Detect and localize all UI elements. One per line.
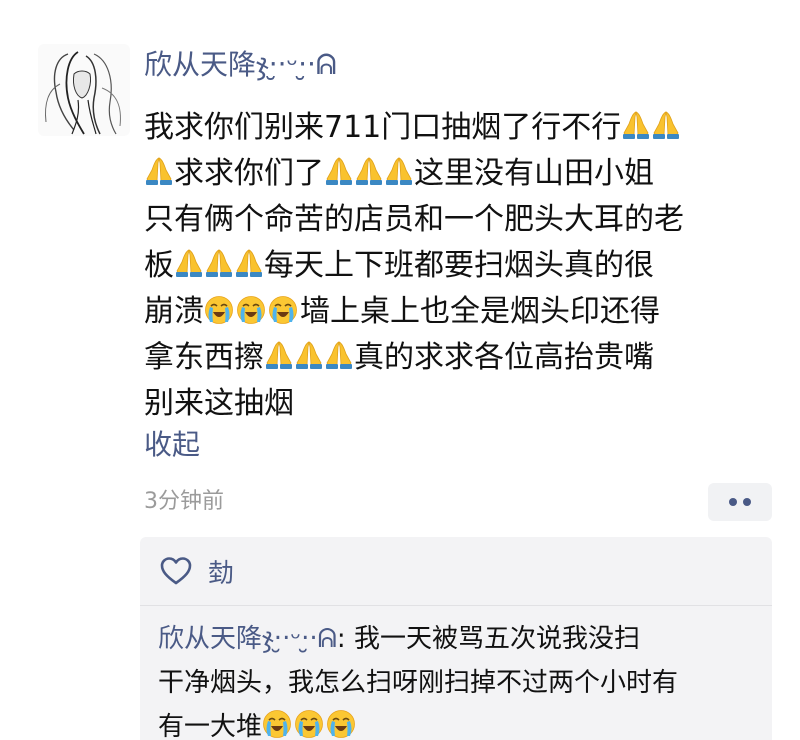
loudly-crying-emoji: [268, 295, 298, 325]
pray-emoji: [264, 339, 294, 371]
comment-line-2: 干净烟头，我怎么扫呀刚扫掉不过两个小时有: [158, 668, 679, 698]
post-text: 我求你们别来711门口抽烟了行不行 求求你们了 这里没有山田小姐 只有俩个命苦的店…: [144, 105, 784, 427]
loudly-crying-emoji: [262, 709, 292, 739]
loudly-crying-emoji: [294, 709, 324, 739]
loudly-crying-emoji: [326, 709, 356, 739]
post-line-1-text: 我求你们别来711门口抽烟了行不行: [144, 110, 622, 145]
pray-emoji: [621, 109, 651, 141]
pray-emoji: [174, 247, 204, 279]
post-line-5-text-a: 崩溃: [144, 294, 204, 329]
comment-separator: :: [336, 624, 354, 654]
post-line-6: 拿东西擦 真的求求各位高抬贵嘴: [144, 335, 784, 381]
pray-emoji: [354, 155, 384, 187]
post-line-3: 只有俩个命苦的店员和一个肥头大耳的老: [144, 202, 684, 237]
pray-emoji: [324, 339, 354, 371]
avatar[interactable]: [38, 44, 130, 136]
post-author-name[interactable]: 欣从天降ჯ‧̮‧ᵕ‧̮‧ᕱ: [144, 46, 337, 84]
loudly-crying-emoji: [236, 295, 266, 325]
comment-line-3-text: 有一大堆: [158, 712, 263, 740]
pray-emoji: [204, 247, 234, 279]
more-dot-icon: [729, 498, 737, 506]
pray-emoji: [324, 155, 354, 187]
panel-divider: [140, 605, 772, 606]
pray-emoji: [651, 109, 681, 141]
pray-emoji: [234, 247, 264, 279]
collapse-link[interactable]: 收起: [144, 425, 200, 465]
post-line-2: 求求你们了 这里没有山田小姐: [144, 151, 784, 197]
heart-icon[interactable]: [160, 556, 192, 586]
post-line-1: 我求你们别来711门口抽烟了行不行: [144, 105, 784, 151]
post-line-2-text-b: 这里没有山田小姐: [414, 156, 654, 191]
post-line-5-text-b: 墙上桌上也全是烟头印还得: [300, 294, 660, 329]
more-options-button[interactable]: [708, 483, 772, 521]
comment-line-3: 有一大堆: [158, 705, 758, 740]
pray-emoji: [294, 339, 324, 371]
post-line-6-text-a: 拿东西擦: [144, 340, 264, 375]
post-line-6-text-b: 真的求求各位高抬贵嘴: [354, 340, 654, 375]
pray-emoji: [384, 155, 414, 187]
comment-line-1-text: 我一天被骂五次说我没扫: [353, 624, 640, 654]
comment-line-1: 欣从天降ჯ‧̮‧ᵕ‧̮‧ᕱ: 我一天被骂五次说我没扫: [158, 617, 758, 661]
post-line-7: 别来这抽烟: [144, 386, 294, 421]
post-timestamp: 3分钟前: [144, 489, 224, 514]
post-line-4-text-b: 每天上下班都要扫烟头真的很: [264, 248, 654, 283]
post-line-4-text-a: 板: [144, 248, 174, 283]
interaction-panel: 勎 欣从天降ჯ‧̮‧ᵕ‧̮‧ᕱ: 我一天被骂五次说我没扫 干净烟头，我怎么扫呀刚…: [140, 537, 772, 740]
like-user-name[interactable]: 勎: [208, 553, 234, 590]
post-line-5: 崩溃 墙上桌上也全是烟头印还得: [144, 289, 784, 335]
pray-emoji: [144, 155, 174, 187]
avatar-image: [38, 44, 130, 136]
more-dot-icon: [743, 498, 751, 506]
likes-row: 勎: [140, 537, 772, 605]
loudly-crying-emoji: [204, 295, 234, 325]
post-line-2-text-a: 求求你们了: [174, 156, 324, 191]
comment-author[interactable]: 欣从天降ჯ‧̮‧ᵕ‧̮‧ᕱ: [158, 624, 337, 654]
post-line-4: 板 每天上下班都要扫烟头真的很: [144, 243, 784, 289]
comment[interactable]: 欣从天降ჯ‧̮‧ᵕ‧̮‧ᕱ: 我一天被骂五次说我没扫 干净烟头，我怎么扫呀刚扫掉…: [158, 617, 758, 740]
